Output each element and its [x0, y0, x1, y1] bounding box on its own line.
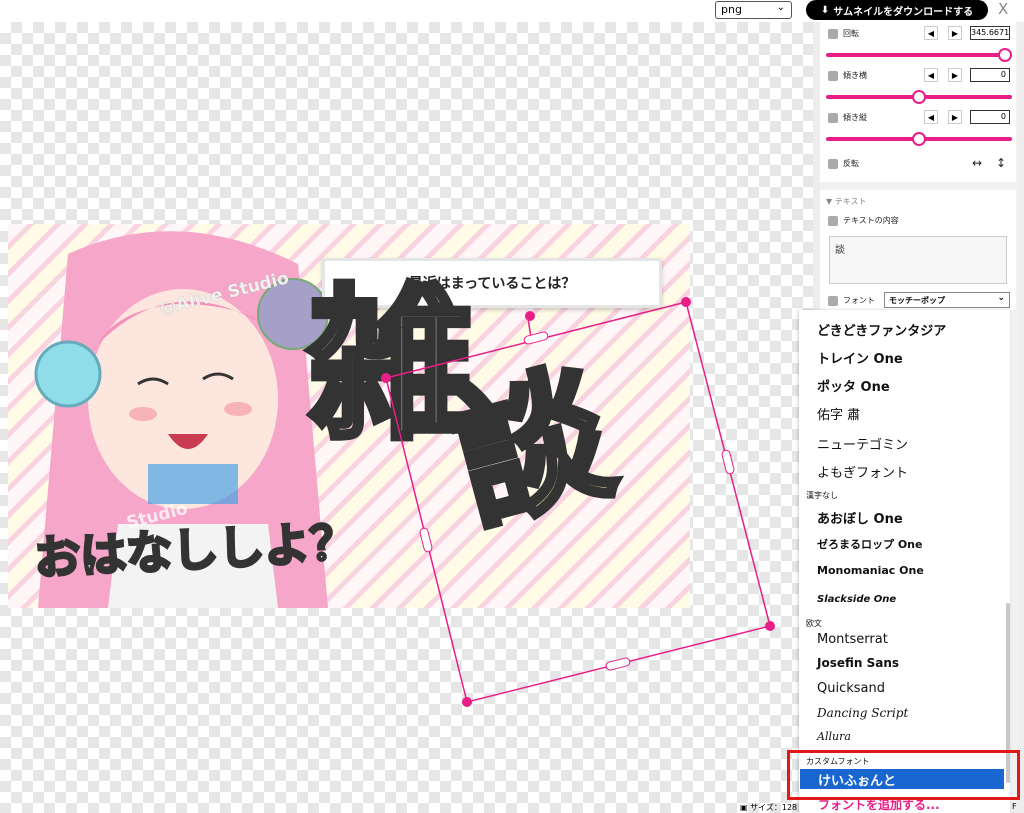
flip-horizontal-button[interactable]: ↔	[972, 156, 982, 170]
flip-vertical-button[interactable]: ↕	[996, 156, 1006, 170]
skew-vertical-icon	[828, 112, 838, 123]
skewx-input[interactable]: 0	[970, 68, 1010, 82]
format-select[interactable]: png ⌄	[715, 1, 792, 19]
rotate-decrement-button[interactable]: ◀	[924, 26, 938, 40]
top-bar: png ⌄ ⬇ サムネイルをダウンロードする X	[0, 0, 1024, 22]
font-option[interactable]: Allura	[817, 730, 851, 743]
skewy-decrement-button[interactable]: ◀	[924, 110, 938, 124]
rotate-icon	[828, 28, 838, 39]
font-select[interactable]: モッチーポップ ⌄	[884, 292, 1010, 308]
font-option[interactable]: Montserrat	[817, 632, 888, 647]
skew-horizontal-icon	[828, 70, 838, 81]
font-option[interactable]: Quicksand	[817, 681, 885, 696]
font-option[interactable]: Josefin Sans	[817, 656, 899, 670]
font-label: フォント	[843, 296, 875, 305]
font-option[interactable]: ゼろまるロップ One	[817, 536, 922, 552]
font-group-kanji: 漢字なし	[806, 491, 838, 500]
download-icon: ⬇	[820, 4, 830, 16]
highlight-annotation	[787, 750, 1020, 800]
skewx-slider[interactable]	[826, 90, 1012, 104]
skewx-row: 傾き横	[828, 70, 867, 81]
font-option[interactable]: どきどきファンタジア	[817, 320, 946, 339]
x-logo-icon[interactable]: X	[998, 0, 1008, 18]
skewy-row: 傾き縦	[828, 112, 867, 123]
flip-row: 反転	[828, 158, 859, 169]
text-content-input[interactable]: 談	[829, 236, 1007, 284]
chevron-down-icon: ⌄	[776, 2, 785, 13]
font-option[interactable]: トレイン One	[817, 348, 903, 367]
skewy-increment-button[interactable]: ▶	[948, 110, 962, 124]
move-icon	[828, 158, 838, 169]
font-row: フォント	[828, 295, 875, 306]
font-option[interactable]: Dancing Script	[817, 706, 908, 720]
font-option[interactable]: Monomaniac One	[817, 564, 924, 577]
thumbnail-preview[interactable]: @Alive Studio Studio 最近はまっていることは？ 雑 談 おは…	[8, 224, 690, 608]
rotate-increment-button[interactable]: ▶	[948, 26, 962, 40]
skewx-slider-knob[interactable]	[912, 90, 926, 104]
font-select-value: モッチーポップ	[889, 296, 945, 305]
rotate-row: 回転	[828, 28, 859, 39]
rotate-slider[interactable]	[826, 48, 1012, 62]
chevron-down-icon: ⌄	[997, 293, 1005, 303]
rotate-label: 回転	[843, 29, 859, 38]
image-icon: ▣	[740, 803, 751, 812]
skewx-label: 傾き横	[843, 71, 867, 80]
text-content-label: テキストの内容	[843, 216, 899, 225]
font-dropdown: どきどきファンタジア トレイン One ポッタ One 佑字 肅 ニューテゴミン…	[799, 310, 1010, 813]
text-icon	[828, 215, 838, 226]
text-content-row: テキストの内容	[828, 215, 899, 226]
flip-label: 反転	[843, 159, 859, 168]
skewy-input[interactable]: 0	[970, 110, 1010, 124]
skewy-label: 傾き縦	[843, 113, 867, 122]
font-option[interactable]: あおぼし One	[817, 508, 903, 527]
font-option[interactable]: 佑字 肅	[817, 404, 860, 423]
font-option[interactable]: よもぎフォント	[817, 462, 908, 481]
font-option[interactable]: ニューテゴミン	[817, 434, 908, 453]
status-end: F	[1012, 802, 1017, 811]
text-section-header[interactable]: ▼ テキスト	[826, 196, 866, 207]
font-option[interactable]: Slackside One	[817, 594, 896, 605]
rotate-input[interactable]: 345.6671	[970, 26, 1010, 40]
rotate-slider-knob[interactable]	[997, 48, 1012, 62]
status-bar: ▣ サイズ：128	[740, 802, 1020, 813]
status-size: サイズ：128	[750, 803, 798, 812]
skewy-slider[interactable]	[826, 132, 1012, 146]
font-icon	[828, 295, 838, 306]
format-value: png	[721, 3, 742, 16]
skewx-increment-button[interactable]: ▶	[948, 68, 962, 82]
skewx-decrement-button[interactable]: ◀	[924, 68, 938, 82]
download-label: サムネイルをダウンロードする	[833, 6, 974, 18]
app-root: png ⌄ ⬇ サムネイルをダウンロードする X @Alive Studio Stu…	[0, 0, 1024, 813]
skewy-slider-knob[interactable]	[912, 132, 926, 146]
font-option[interactable]: ポッタ One	[817, 376, 890, 395]
title-char-2: 談	[435, 343, 631, 556]
font-group-latin: 欧文	[806, 619, 822, 628]
download-button[interactable]: ⬇ サムネイルをダウンロードする	[806, 0, 988, 20]
